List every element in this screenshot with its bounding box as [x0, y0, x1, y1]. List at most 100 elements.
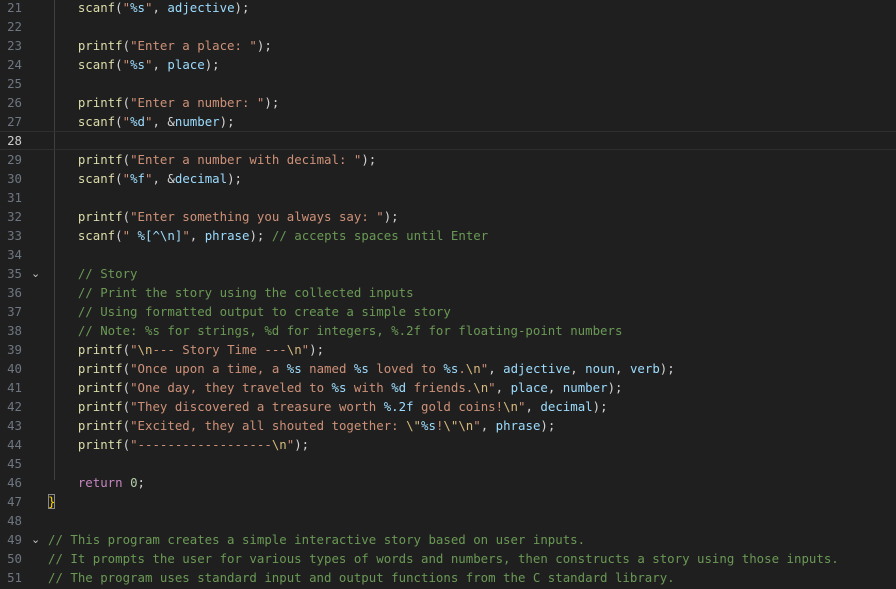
code-text: scanf("%f", &decimal);	[48, 169, 242, 188]
code-text: // This program creates a simple interac…	[48, 530, 585, 549]
line-number: 33	[7, 228, 22, 243]
code-line[interactable]: 48	[0, 511, 896, 530]
code-token: \n	[465, 361, 481, 376]
code-line[interactable]: 46 return 0;	[0, 473, 896, 492]
code-token: loved to	[368, 361, 444, 376]
code-text: printf("------------------\n");	[48, 435, 309, 454]
code-line[interactable]: 35 ⌄ // Story	[0, 264, 896, 283]
code-text: // The program uses standard input and o…	[48, 568, 675, 587]
code-token: .	[458, 361, 466, 376]
code-token: printf	[77, 380, 123, 395]
code-token: "	[122, 171, 131, 186]
code-token: (	[115, 228, 123, 243]
code-line[interactable]: 34	[0, 245, 896, 264]
code-line[interactable]: 45	[0, 454, 896, 473]
code-token: "	[488, 380, 496, 395]
code-line[interactable]: 21 scanf("%s", adjective);	[0, 0, 896, 17]
code-line[interactable]: 40 printf("Once upon a time, a %s named …	[0, 359, 896, 378]
line-number: 40	[7, 361, 22, 376]
code-line[interactable]: 41 printf("One day, they traveled to %s …	[0, 378, 896, 397]
code-token: ,	[547, 380, 563, 395]
code-line[interactable]: 26 printf("Enter a number: ");	[0, 93, 896, 112]
code-token: (	[122, 437, 131, 452]
code-text: scanf("%s", adjective);	[48, 0, 250, 17]
code-editor[interactable]: 21 scanf("%s", adjective); 22 23 printf("E…	[0, 0, 896, 589]
code-token: "	[130, 342, 138, 357]
code-line[interactable]: 32 printf("Enter something you always sa…	[0, 207, 896, 226]
code-token: );	[294, 437, 310, 452]
code-line[interactable]: 51 // The program uses standard input and…	[0, 568, 896, 587]
code-token: (	[115, 57, 123, 72]
code-token: );	[264, 95, 280, 110]
code-line[interactable]: 23 printf("Enter a place: ");	[0, 36, 896, 55]
code-token: "They discovered a treasure worth	[130, 399, 384, 414]
code-token: // It prompts the user for various types…	[48, 551, 839, 566]
code-line[interactable]: 37 // Using formatted output to create a…	[0, 302, 896, 321]
code-line[interactable]: 42 printf("They discovered a treasure wo…	[0, 397, 896, 416]
code-token: printf	[77, 38, 123, 53]
code-token: phrase	[204, 228, 250, 243]
code-token: scanf	[77, 228, 116, 243]
code-line[interactable]: 39 printf("\n--- Story Time ---\n");	[0, 340, 896, 359]
fold-chevron-icon[interactable]: ⌄	[31, 264, 43, 283]
code-token: "Excited, they all shouted together:	[130, 418, 407, 433]
code-line[interactable]: 24 scanf("%s", place);	[0, 55, 896, 74]
code-token: "	[122, 0, 131, 15]
code-token: // accepts spaces until Enter	[271, 228, 489, 243]
code-token: ,	[488, 361, 504, 376]
fold-chevron-icon[interactable]: ⌄	[31, 530, 43, 549]
code-token: verb	[629, 361, 660, 376]
code-line[interactable]: 38 // Note: %s for strings, %d for integ…	[0, 321, 896, 340]
code-token: %s	[286, 361, 302, 376]
code-token: printf	[77, 152, 123, 167]
code-line[interactable]: 27 scanf("%d", &number);	[0, 112, 896, 131]
code-line[interactable]: 36 // Print the story using the collecte…	[0, 283, 896, 302]
code-token: "Enter a number with decimal: "	[130, 152, 362, 167]
code-line[interactable]: 43 printf("Excited, they all shouted tog…	[0, 416, 896, 435]
code-token: printf	[77, 342, 123, 357]
code-token: "One day, they traveled to	[130, 380, 332, 395]
code-line[interactable]: 28	[0, 131, 896, 150]
code-token: ,	[152, 57, 168, 72]
code-line[interactable]: 22	[0, 17, 896, 36]
line-number: 38	[7, 323, 22, 338]
code-token: (	[122, 95, 131, 110]
code-line[interactable]: 33 scanf(" %[^\n]", phrase); // accepts …	[0, 226, 896, 245]
code-token: friends.	[406, 380, 474, 395]
code-line[interactable]: 50 // It prompts the user for various typ…	[0, 549, 896, 568]
code-line[interactable]: 25	[0, 74, 896, 93]
code-line[interactable]: 49 ⌄ // This program creates a simple inte…	[0, 530, 896, 549]
line-number: 49	[7, 532, 22, 547]
code-token: "Enter something you always say: "	[130, 209, 384, 224]
code-token: with	[346, 380, 392, 395]
code-token: "	[122, 114, 131, 129]
code-token: place	[167, 57, 205, 72]
code-token: ,	[495, 380, 511, 395]
code-line[interactable]: 31	[0, 188, 896, 207]
code-token: printf	[77, 418, 123, 433]
line-number: 44	[7, 437, 22, 452]
code-token: );	[234, 0, 250, 15]
code-line[interactable]: 47}	[0, 492, 896, 511]
code-line[interactable]: 44 printf("------------------\n");	[0, 435, 896, 454]
line-number: 47	[7, 494, 22, 509]
code-token: ,	[189, 228, 205, 243]
code-line[interactable]: 29 printf("Enter a number with decimal: …	[0, 150, 896, 169]
code-token: %s	[443, 361, 459, 376]
code-token: // Using formatted output to create a si…	[77, 304, 451, 319]
code-line[interactable]: 30 scanf("%f", &decimal);	[0, 169, 896, 188]
code-text: // Print the story using the collected i…	[48, 283, 414, 302]
code-token: "	[122, 57, 131, 72]
code-token: );	[256, 38, 272, 53]
code-token: %s	[130, 0, 146, 15]
